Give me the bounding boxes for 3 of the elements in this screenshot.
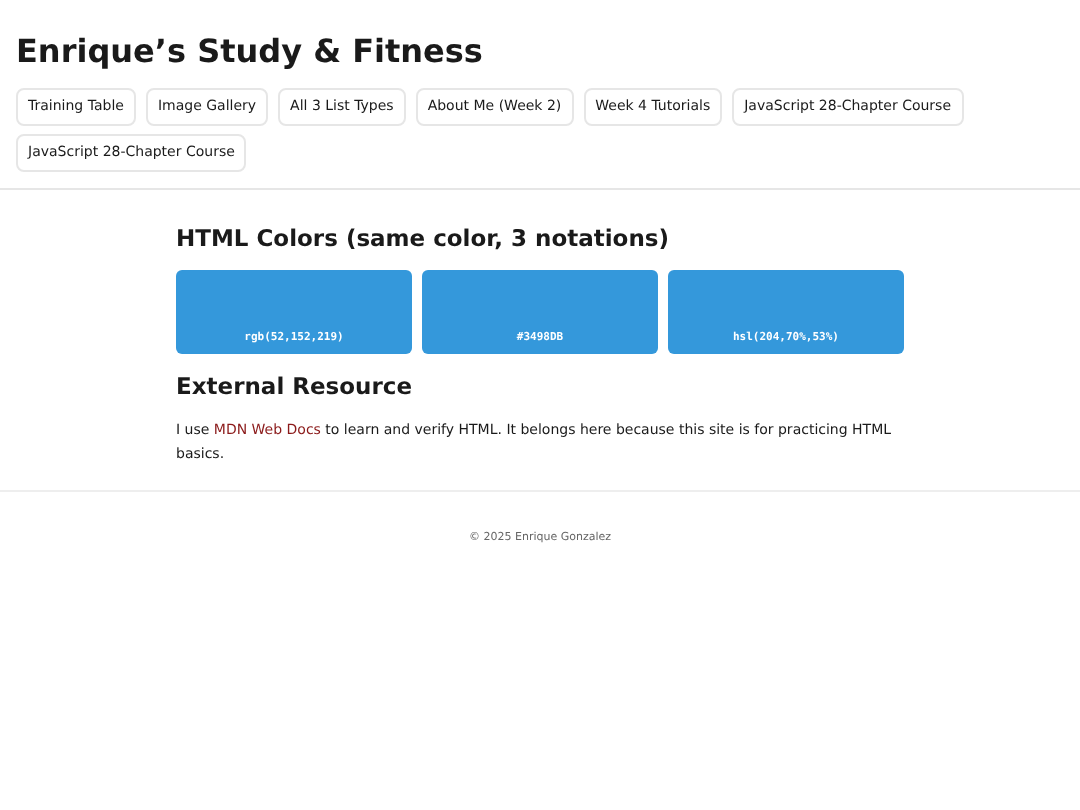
section-heading: External Resource bbox=[176, 370, 415, 405]
site-title: Enrique’s Study & Fitness bbox=[16, 32, 485, 72]
section-heading: HTML Colors (same color, 3 notations) bbox=[176, 222, 671, 256]
